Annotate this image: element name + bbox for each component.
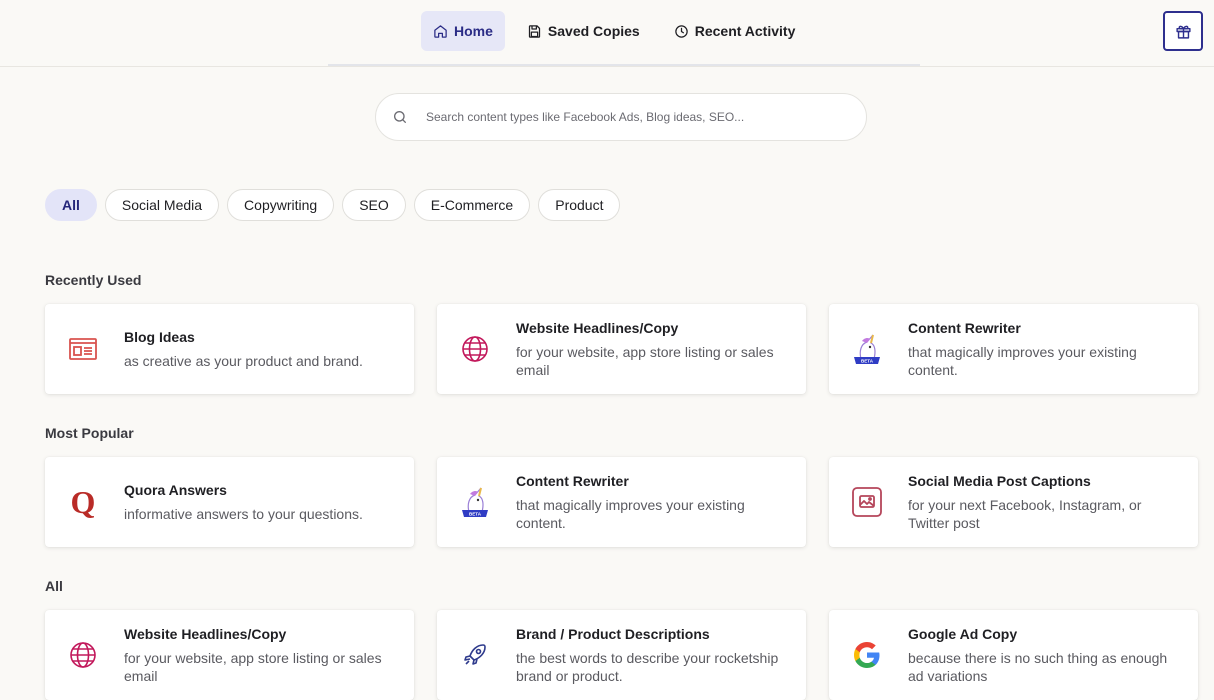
- rocket-icon: [464, 644, 486, 665]
- card-website-headlines[interactable]: Website Headlines/Copy for your website,…: [437, 304, 806, 394]
- section-title-popular: Most Popular: [45, 425, 134, 441]
- blog-icon: [69, 338, 97, 360]
- card-title: Social Media Post Captions: [908, 472, 1091, 489]
- filter-seo[interactable]: SEO: [342, 189, 406, 221]
- nav-saved-copies[interactable]: Saved Copies: [515, 11, 652, 51]
- nav-underline: [328, 64, 920, 66]
- card-description: for your website, app store listing or s…: [124, 649, 382, 684]
- main-nav: Home Saved Copies Recent Activity: [421, 11, 807, 51]
- card-social-media-captions[interactable]: Social Media Post Captions for your next…: [829, 457, 1198, 547]
- card-content-rewriter-popular[interactable]: BETA Content Rewriter that magically imp…: [437, 457, 806, 547]
- filter-copywriting[interactable]: Copywriting: [227, 189, 335, 221]
- card-description: for your next Facebook, Instagram, or Tw…: [908, 496, 1142, 531]
- beta-badge: BETA: [861, 359, 874, 364]
- nav-saved-copies-label: Saved Copies: [547, 23, 640, 39]
- search-bar: [375, 93, 867, 141]
- image-icon: [852, 487, 882, 517]
- nav-recent-activity-label: Recent Activity: [694, 23, 796, 39]
- nav-home[interactable]: Home: [421, 11, 505, 51]
- filter-all[interactable]: All: [45, 189, 97, 221]
- globe-icon: [462, 336, 488, 362]
- card-description: that magically improves your existing co…: [516, 496, 745, 531]
- card-brand-product-descriptions[interactable]: Brand / Product Descriptions the best wo…: [437, 610, 806, 700]
- card-blog-ideas[interactable]: Blog Ideas as creative as your product a…: [45, 304, 414, 394]
- card-google-ad-copy[interactable]: Google Ad Copy because there is no such …: [829, 610, 1198, 700]
- card-description: the best words to describe your rocketsh…: [516, 649, 779, 684]
- quora-icon: Q: [71, 484, 96, 520]
- card-title: Quora Answers: [124, 481, 227, 498]
- card-quora-answers[interactable]: Q Quora Answers informative answers to y…: [45, 457, 414, 547]
- card-description: informative answers to your questions.: [124, 505, 363, 522]
- card-title: Google Ad Copy: [908, 625, 1018, 642]
- card-title: Website Headlines/Copy: [516, 319, 679, 336]
- save-icon: [528, 24, 541, 38]
- card-title: Website Headlines/Copy: [124, 625, 287, 642]
- filter-product[interactable]: Product: [538, 189, 621, 221]
- card-description: for your website, app store listing or s…: [516, 343, 774, 378]
- card-title: Content Rewriter: [908, 319, 1021, 336]
- gift-icon: [1175, 25, 1191, 39]
- card-title: Content Rewriter: [516, 472, 629, 489]
- globe-icon: [70, 642, 96, 668]
- card-description: because there is no such thing as enough…: [908, 649, 1168, 684]
- filter-social-media[interactable]: Social Media: [104, 189, 220, 221]
- clock-icon: [674, 24, 688, 38]
- section-title-all: All: [45, 578, 63, 594]
- search-input[interactable]: [426, 110, 846, 124]
- unicorn-icon: BETA: [854, 334, 880, 364]
- card-title: Brand / Product Descriptions: [516, 625, 710, 642]
- card-content-rewriter[interactable]: BETA Content Rewriter that magically imp…: [829, 304, 1198, 394]
- card-website-headlines-all[interactable]: Website Headlines/Copy for your website,…: [45, 610, 414, 700]
- google-icon: [854, 642, 880, 668]
- unicorn-icon: BETA: [462, 487, 488, 517]
- nav-recent-activity[interactable]: Recent Activity: [662, 11, 808, 51]
- filter-e-commerce[interactable]: E-Commerce: [413, 189, 531, 221]
- card-description: as creative as your product and brand.: [124, 352, 363, 369]
- search-icon: [394, 111, 406, 123]
- card-title: Blog Ideas: [124, 328, 195, 345]
- section-title-recent: Recently Used: [45, 272, 142, 288]
- beta-badge: BETA: [469, 512, 482, 517]
- category-filters: All Social Media Copywriting SEO E-Comme…: [45, 189, 621, 221]
- nav-home-label: Home: [454, 23, 493, 39]
- gift-button[interactable]: [1163, 11, 1203, 51]
- svg-text:Q: Q: [71, 484, 96, 520]
- card-description: that magically improves your existing co…: [908, 343, 1137, 378]
- home-icon: [434, 24, 447, 38]
